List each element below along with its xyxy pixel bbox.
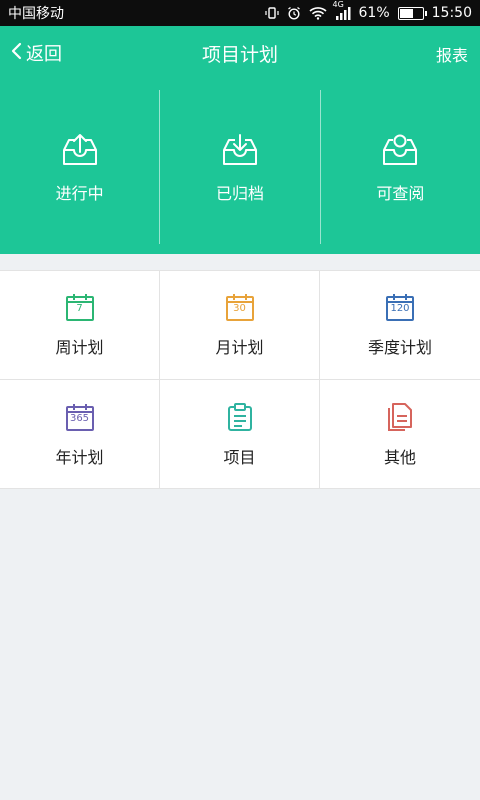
calendar-icon: 7 <box>65 292 95 322</box>
grid-item-quarterly[interactable]: 120 季度计划 <box>320 271 480 380</box>
tab-viewable[interactable]: 可查阅 <box>321 90 480 244</box>
document-icon <box>385 402 415 432</box>
grid-item-label: 周计划 <box>55 338 104 357</box>
clipboard-icon <box>225 402 255 432</box>
inbox-download-icon <box>220 132 260 180</box>
header-panel: 返回 项目计划 报表 进行中 已归档 可查阅 <box>0 26 480 254</box>
tab-label: 进行中 <box>55 184 104 203</box>
tab-in-progress[interactable]: 进行中 <box>0 90 159 244</box>
page-title: 项目计划 <box>201 44 278 66</box>
calendar-number: 365 <box>69 412 90 424</box>
calendar-icon: 365 <box>65 402 95 432</box>
report-button[interactable]: 报表 <box>436 42 468 66</box>
tab-label: 已归档 <box>215 184 264 203</box>
inbox-view-icon <box>380 132 420 180</box>
grid-item-label: 年计划 <box>55 447 104 467</box>
carrier-label: 中国移动 <box>8 6 64 22</box>
calendar-icon: 30 <box>225 292 255 322</box>
vibrate-icon <box>264 6 279 20</box>
signal-icon: 4G <box>333 0 351 20</box>
grid-item-label: 月计划 <box>215 338 264 357</box>
grid-item-yearly[interactable]: 365 年计划 <box>0 380 160 489</box>
network-type-label: 4G <box>332 0 344 9</box>
grid-item-projects[interactable]: 项目 <box>160 380 320 489</box>
nav-bar: 返回 项目计划 报表 <box>0 26 480 80</box>
wifi-icon <box>308 6 327 20</box>
grid-item-label: 季度计划 <box>367 338 432 357</box>
status-bar: 中国移动 4G 61% 15:50 <box>0 0 480 26</box>
tab-label: 可查阅 <box>376 184 425 203</box>
alarm-icon <box>287 6 301 20</box>
grid-item-other[interactable]: 其他 <box>320 380 480 489</box>
grid-item-label: 其他 <box>383 447 416 467</box>
grid-item-monthly[interactable]: 30 月计划 <box>160 271 320 380</box>
grid-item-label: 项目 <box>223 447 256 467</box>
chevron-left-icon <box>10 42 26 65</box>
status-tabs: 进行中 已归档 可查阅 <box>0 90 480 244</box>
back-label: 返回 <box>26 44 62 65</box>
tab-archived[interactable]: 已归档 <box>160 90 319 244</box>
plan-grid: 7 周计划 30 月计划 120 季度计划 365 年计划 项目 其他 <box>0 270 480 489</box>
calendar-icon: 120 <box>385 292 415 322</box>
inbox-upload-icon <box>60 132 100 180</box>
battery-percent: 61% <box>358 5 390 21</box>
back-button[interactable]: 返回 <box>10 40 62 66</box>
grid-item-weekly[interactable]: 7 周计划 <box>0 271 160 380</box>
calendar-number: 30 <box>233 303 246 314</box>
clock: 15:50 <box>431 5 472 21</box>
calendar-number: 7 <box>76 303 83 314</box>
calendar-number: 120 <box>390 303 410 314</box>
battery-icon <box>397 6 427 20</box>
